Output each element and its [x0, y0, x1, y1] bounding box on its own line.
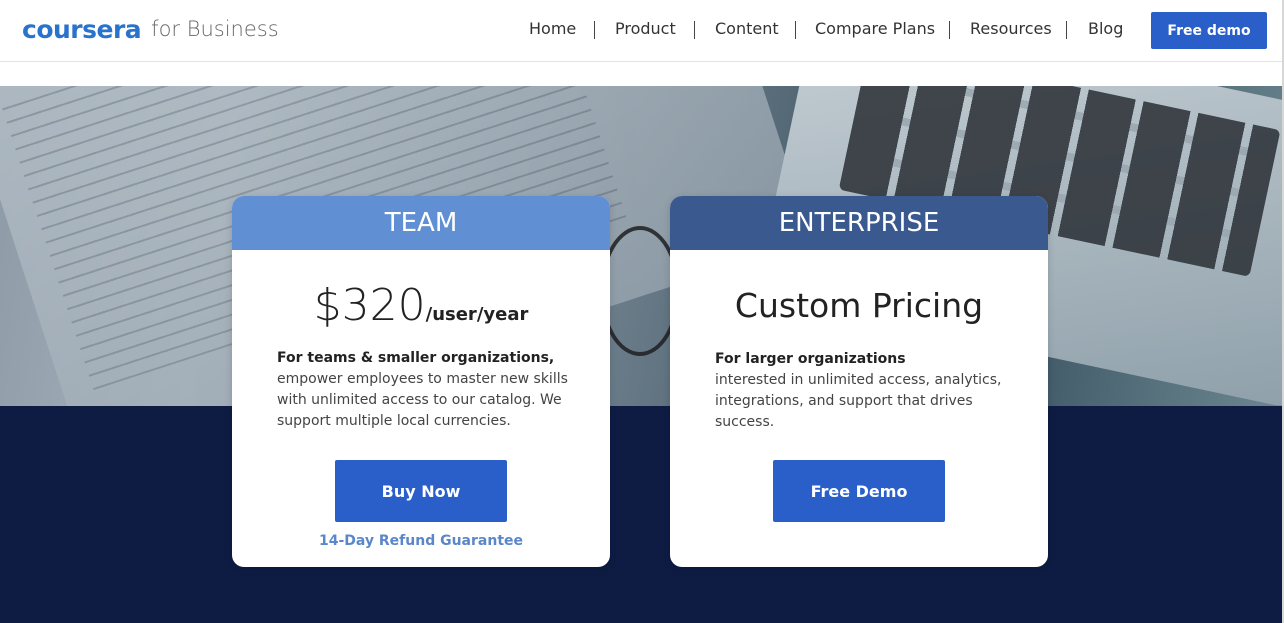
pricing-dark-band — [0, 406, 1282, 623]
nav-divider — [795, 21, 796, 39]
nav-blog[interactable]: Blog — [1088, 19, 1123, 38]
logo-wordmark: coursera — [22, 14, 142, 44]
refund-guarantee-link[interactable]: 14-Day Refund Guarantee — [232, 533, 610, 549]
hero-background-image — [0, 86, 1282, 406]
nav-compare-plans[interactable]: Compare Plans — [815, 19, 935, 38]
team-description-lead: For teams & smaller organizations, — [277, 350, 555, 366]
buy-now-button[interactable]: Buy Now — [335, 460, 507, 522]
nav-product[interactable]: Product — [615, 19, 676, 38]
site-header: coursera for Business Home Product Conte… — [0, 0, 1284, 62]
nav-divider — [949, 21, 950, 39]
logo-subtitle: for Business — [151, 17, 279, 41]
free-demo-header-button[interactable]: Free demo — [1151, 12, 1267, 49]
nav-content[interactable]: Content — [715, 19, 779, 38]
nav-home[interactable]: Home — [529, 19, 576, 38]
enterprise-plan-card: ENTERPRISE Custom Pricing For larger org… — [670, 196, 1048, 567]
enterprise-description-body: interested in unlimited access, analytic… — [715, 372, 1002, 430]
team-plan-title: TEAM — [232, 196, 610, 250]
eyeglasses — [600, 226, 680, 356]
team-description-body: empower employees to master new skills w… — [277, 371, 568, 429]
enterprise-description: For larger organizations interested in u… — [715, 349, 1015, 433]
free-demo-button[interactable]: Free Demo — [773, 460, 945, 522]
team-price-unit: /user/year — [425, 304, 529, 325]
team-plan-card: TEAM $320/user/year For teams & smaller … — [232, 196, 610, 567]
enterprise-plan-title: ENTERPRISE — [670, 196, 1048, 250]
nav-divider — [694, 21, 695, 39]
coursera-logo[interactable]: coursera for Business — [22, 14, 279, 44]
team-price-amount: $320 — [313, 280, 426, 331]
nav-divider — [1066, 21, 1067, 39]
team-description: For teams & smaller organizations, empow… — [277, 348, 577, 432]
enterprise-price: Custom Pricing — [734, 286, 984, 325]
enterprise-description-lead: For larger organizations — [715, 351, 906, 367]
team-price: $320/user/year — [232, 280, 610, 331]
nav-divider — [594, 21, 595, 39]
nav-resources[interactable]: Resources — [970, 19, 1052, 38]
